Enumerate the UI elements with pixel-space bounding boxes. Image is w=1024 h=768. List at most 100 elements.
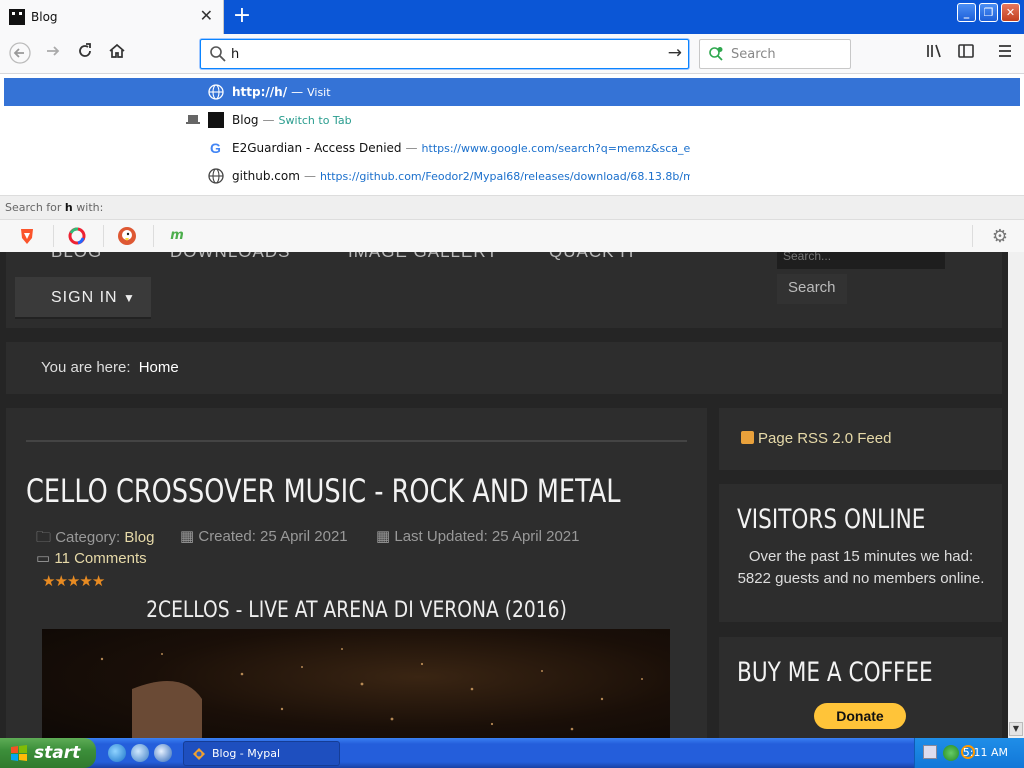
minimize-button[interactable]: _ bbox=[957, 3, 976, 22]
suggestion-switch-tab[interactable]: Blog — Switch to Tab bbox=[4, 106, 1020, 134]
page-search-button[interactable]: Search bbox=[777, 274, 847, 304]
search-icon bbox=[209, 45, 227, 66]
visitors-text: Over the past 15 minutes we had: 5822 gu… bbox=[737, 548, 985, 587]
suggestion-action: Switch to Tab bbox=[278, 114, 352, 127]
menu-item-quack-it[interactable]: QUACK IT bbox=[549, 252, 637, 262]
site-favicon-icon bbox=[208, 112, 224, 128]
tab-title: Blog bbox=[31, 10, 58, 24]
divider bbox=[972, 225, 973, 247]
video-title: 2CELLOS - LIVE AT ARENA DI VERONA (2016) bbox=[146, 598, 567, 623]
network-icon[interactable] bbox=[943, 745, 959, 761]
site-navigation: BLOG DOWNLOADS IMAGE GALLERY QUACK IT SI… bbox=[6, 252, 1002, 328]
star-icon[interactable]: ★ bbox=[54, 573, 67, 590]
folder-icon: 🗀 bbox=[36, 529, 52, 546]
suggestion-google[interactable]: G E2Guardian - Access Denied — https://www… bbox=[4, 134, 1020, 162]
breadcrumb: You are here: Home bbox=[6, 342, 1002, 394]
breadcrumb-home-link[interactable]: Home bbox=[139, 359, 179, 376]
visitors-online-box: VISITORS ONLINE Over the past 15 minutes… bbox=[719, 484, 1002, 622]
search-for-term: h bbox=[64, 201, 73, 214]
comments-link[interactable]: 11 Comments bbox=[54, 550, 146, 567]
category-link[interactable]: Blog bbox=[124, 529, 154, 546]
gear-icon[interactable]: ⚙ bbox=[992, 226, 1008, 247]
page-search-input[interactable]: Search... bbox=[777, 252, 945, 269]
star-icon[interactable]: ★ bbox=[67, 573, 80, 590]
star-rating[interactable]: ★★★★★ bbox=[42, 572, 105, 590]
qwant-icon[interactable] bbox=[67, 226, 87, 246]
caret-down-icon: ▼ bbox=[123, 291, 136, 305]
donate-button[interactable]: Donate bbox=[814, 703, 906, 729]
rss-icon bbox=[741, 431, 754, 444]
created-date: Created: 25 April 2021 bbox=[198, 528, 348, 545]
search-for-suffix: with: bbox=[76, 201, 104, 214]
back-icon[interactable] bbox=[8, 42, 32, 66]
search-for-prefix: Search for bbox=[5, 201, 62, 214]
calendar-icon: ▦ bbox=[180, 528, 195, 545]
maximize-button[interactable]: ❐ bbox=[979, 3, 998, 22]
taskbar-window-blog[interactable]: Blog - Mypal bbox=[183, 741, 340, 766]
search-engine-icon[interactable] bbox=[708, 46, 724, 62]
star-icon[interactable]: ★ bbox=[92, 573, 105, 590]
brave-search-icon[interactable] bbox=[17, 226, 37, 246]
rss-link[interactable]: Page RSS 2.0 Feed bbox=[758, 430, 891, 447]
forward-icon[interactable] bbox=[41, 42, 65, 66]
suggestion-action: Visit bbox=[307, 86, 331, 99]
keyboard-icon[interactable] bbox=[923, 745, 937, 759]
search-input[interactable] bbox=[731, 45, 843, 63]
new-tab-button[interactable]: + bbox=[231, 3, 253, 29]
menu-item-image-gallery[interactable]: IMAGE GALLERY bbox=[348, 252, 499, 262]
system-tray: 5:11 AM bbox=[914, 738, 1024, 768]
reload-icon[interactable] bbox=[73, 42, 97, 66]
media-player-icon[interactable] bbox=[154, 744, 172, 762]
article-title[interactable]: CELLO CROSSOVER MUSIC - ROCK AND METAL bbox=[26, 472, 621, 510]
address-bar[interactable]: → bbox=[200, 39, 689, 69]
divider bbox=[26, 440, 687, 442]
tab-strip: Blog ✕ + _ ❐ ✕ bbox=[0, 0, 1024, 34]
search-bar[interactable] bbox=[699, 39, 851, 69]
suggestion-title: http://h/ bbox=[232, 85, 288, 99]
clock[interactable]: 5:11 AM bbox=[963, 746, 1008, 759]
suggestion-title: Blog bbox=[232, 113, 259, 127]
suggestion-github[interactable]: github.com — https://github.com/Feodor2/My… bbox=[4, 162, 1020, 190]
sidebar-icon[interactable] bbox=[954, 42, 978, 66]
calendar-icon: ▦ bbox=[376, 528, 391, 545]
taskbar-window-title: Blog - Mypal bbox=[212, 747, 281, 760]
mojeek-icon[interactable]: m bbox=[167, 226, 187, 246]
start-button[interactable]: start bbox=[0, 738, 96, 768]
show-desktop-icon[interactable] bbox=[131, 744, 149, 762]
menu-item-downloads[interactable]: DOWNLOADS bbox=[170, 252, 290, 262]
comment-icon: ▭ bbox=[36, 550, 51, 567]
library-icon[interactable] bbox=[922, 42, 946, 66]
laptop-icon bbox=[185, 114, 201, 126]
sign-in-button[interactable]: SIGN IN ▼ bbox=[15, 277, 151, 319]
updated-date: Last Updated: 25 April 2021 bbox=[394, 528, 580, 545]
tab-blog[interactable]: Blog ✕ bbox=[0, 0, 224, 34]
star-icon[interactable]: ★ bbox=[42, 573, 55, 590]
go-arrow-icon[interactable]: → bbox=[668, 43, 682, 63]
article-created: ▦ Created: 25 April 2021 bbox=[180, 527, 348, 545]
globe-icon bbox=[208, 84, 224, 100]
menu-icon[interactable] bbox=[993, 42, 1017, 66]
scroll-down-icon[interactable]: ▼ bbox=[1009, 722, 1023, 736]
visitors-title: VISITORS ONLINE bbox=[737, 504, 926, 535]
windows-logo-icon bbox=[10, 745, 28, 761]
svg-text:G: G bbox=[210, 140, 221, 156]
vertical-scrollbar[interactable]: ▼ bbox=[1008, 252, 1024, 738]
article-comments: ▭ 11 Comments bbox=[36, 549, 147, 567]
suggestion-url: https://github.com/Feodor2/Mypal68/relea… bbox=[319, 170, 690, 183]
duckduckgo-icon[interactable] bbox=[117, 226, 137, 246]
suggestion-title: E2Guardian - Access Denied bbox=[232, 141, 402, 155]
site-favicon-icon bbox=[9, 9, 25, 25]
menu-item-blog[interactable]: BLOG bbox=[51, 252, 102, 262]
url-input[interactable] bbox=[231, 44, 651, 64]
close-tab-icon[interactable]: ✕ bbox=[200, 7, 213, 25]
suggestion-visit[interactable]: http://h/— Visit bbox=[4, 78, 1020, 106]
suggestion-url: https://www.google.com/search?q=memz&sca… bbox=[421, 142, 690, 155]
home-icon[interactable] bbox=[105, 42, 129, 66]
category-label: Category: bbox=[55, 529, 121, 546]
internet-explorer-icon[interactable] bbox=[108, 744, 126, 762]
star-icon[interactable]: ★ bbox=[79, 573, 92, 590]
google-icon: G bbox=[208, 140, 224, 156]
coffee-title: BUY ME A COFFEE bbox=[737, 657, 933, 688]
window-close-button[interactable]: ✕ bbox=[1001, 3, 1020, 22]
video-player[interactable] bbox=[42, 629, 670, 738]
